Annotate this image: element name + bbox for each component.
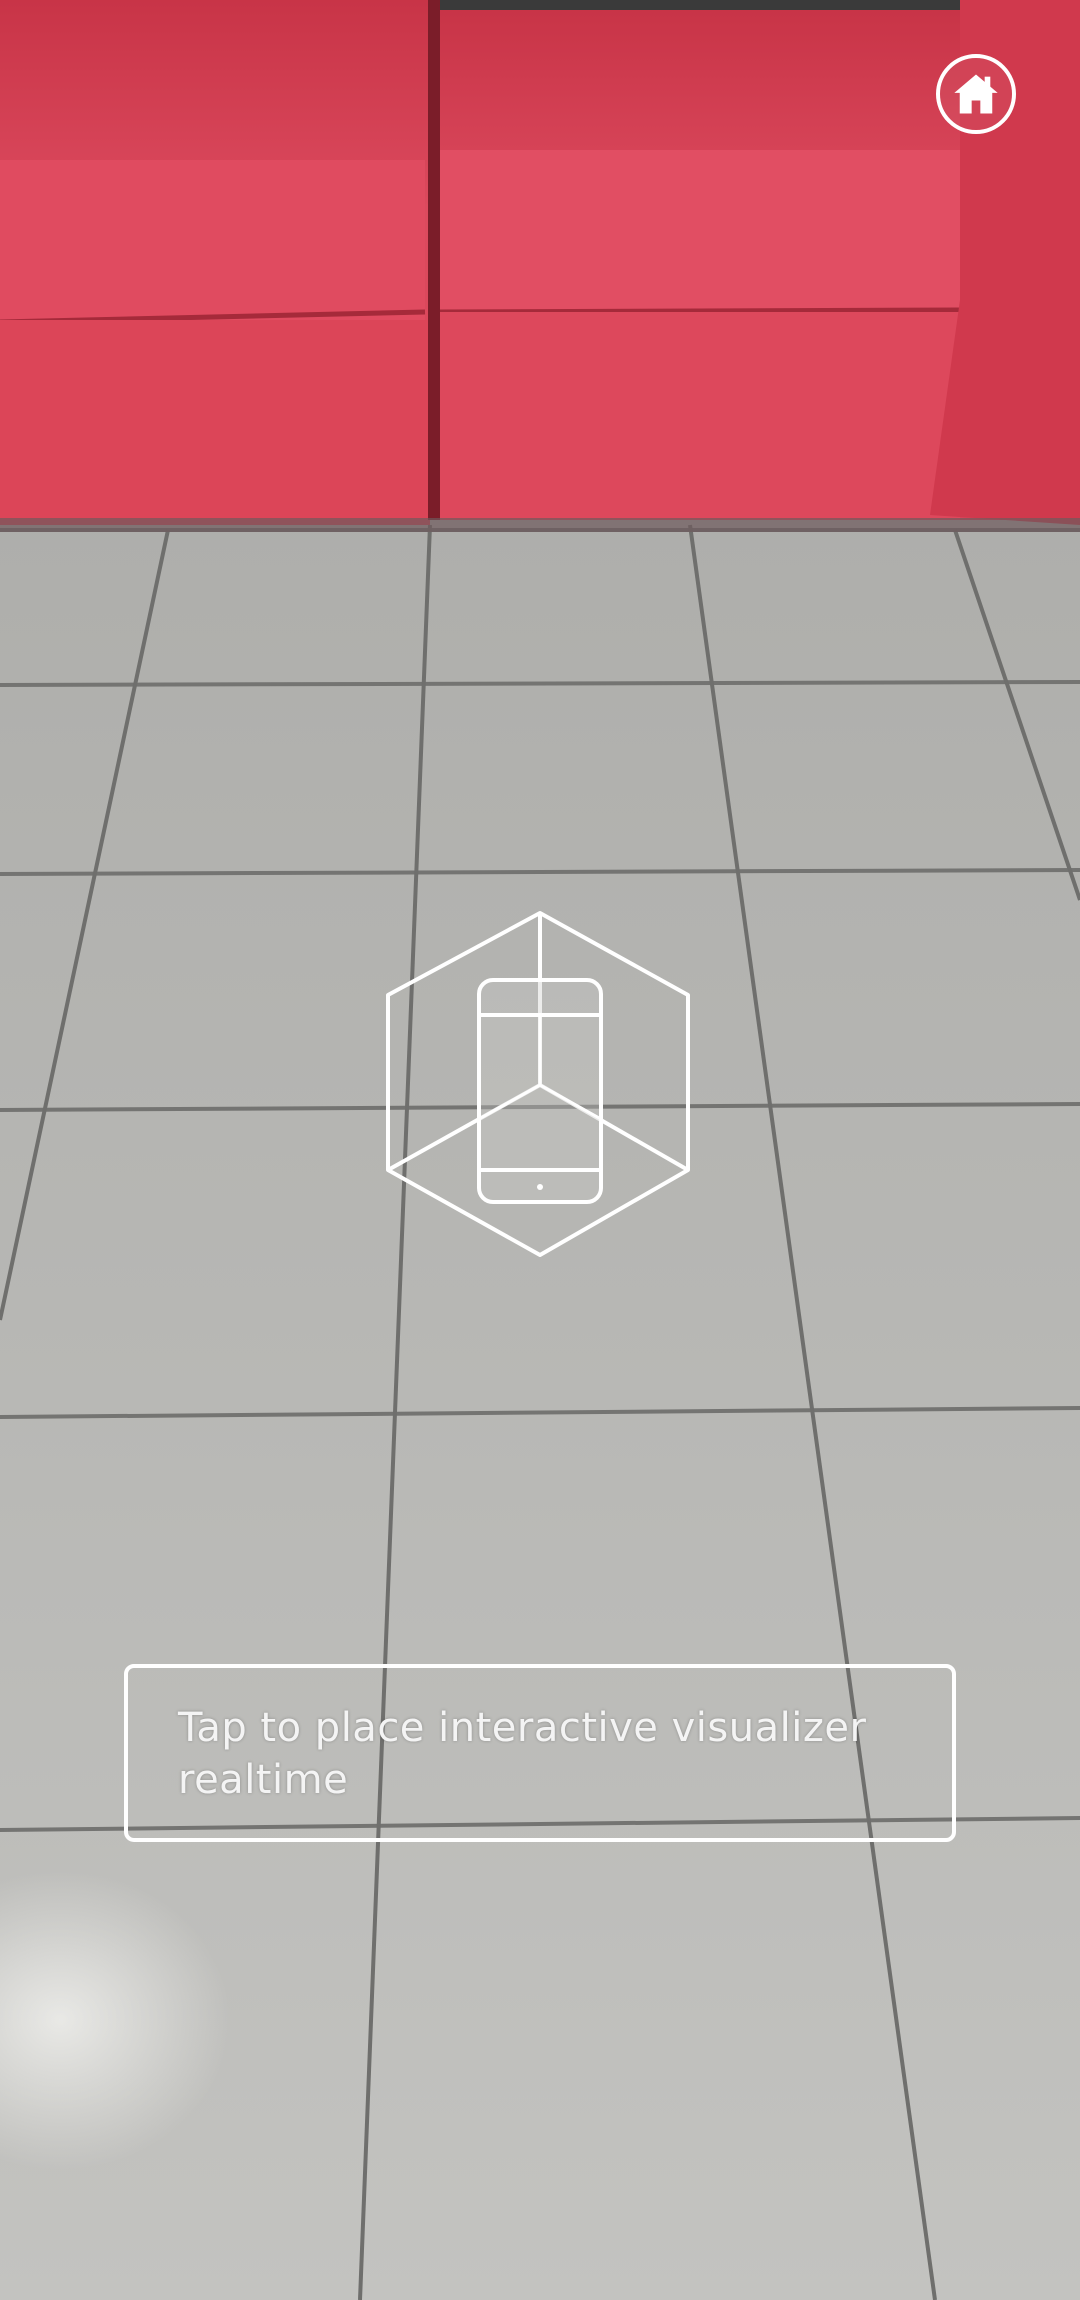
home-icon — [954, 74, 998, 114]
placement-hint-box: Tap to place interactive visualizer real… — [124, 1664, 956, 1842]
sofa — [0, 0, 1080, 532]
ar-camera-screen[interactable]: Tap to place interactive visualizer real… — [0, 0, 1080, 2300]
home-button[interactable] — [936, 54, 1016, 134]
placement-hint-text: Tap to place interactive visualizer real… — [178, 1705, 867, 1803]
phone-in-cube-icon — [386, 911, 690, 1257]
